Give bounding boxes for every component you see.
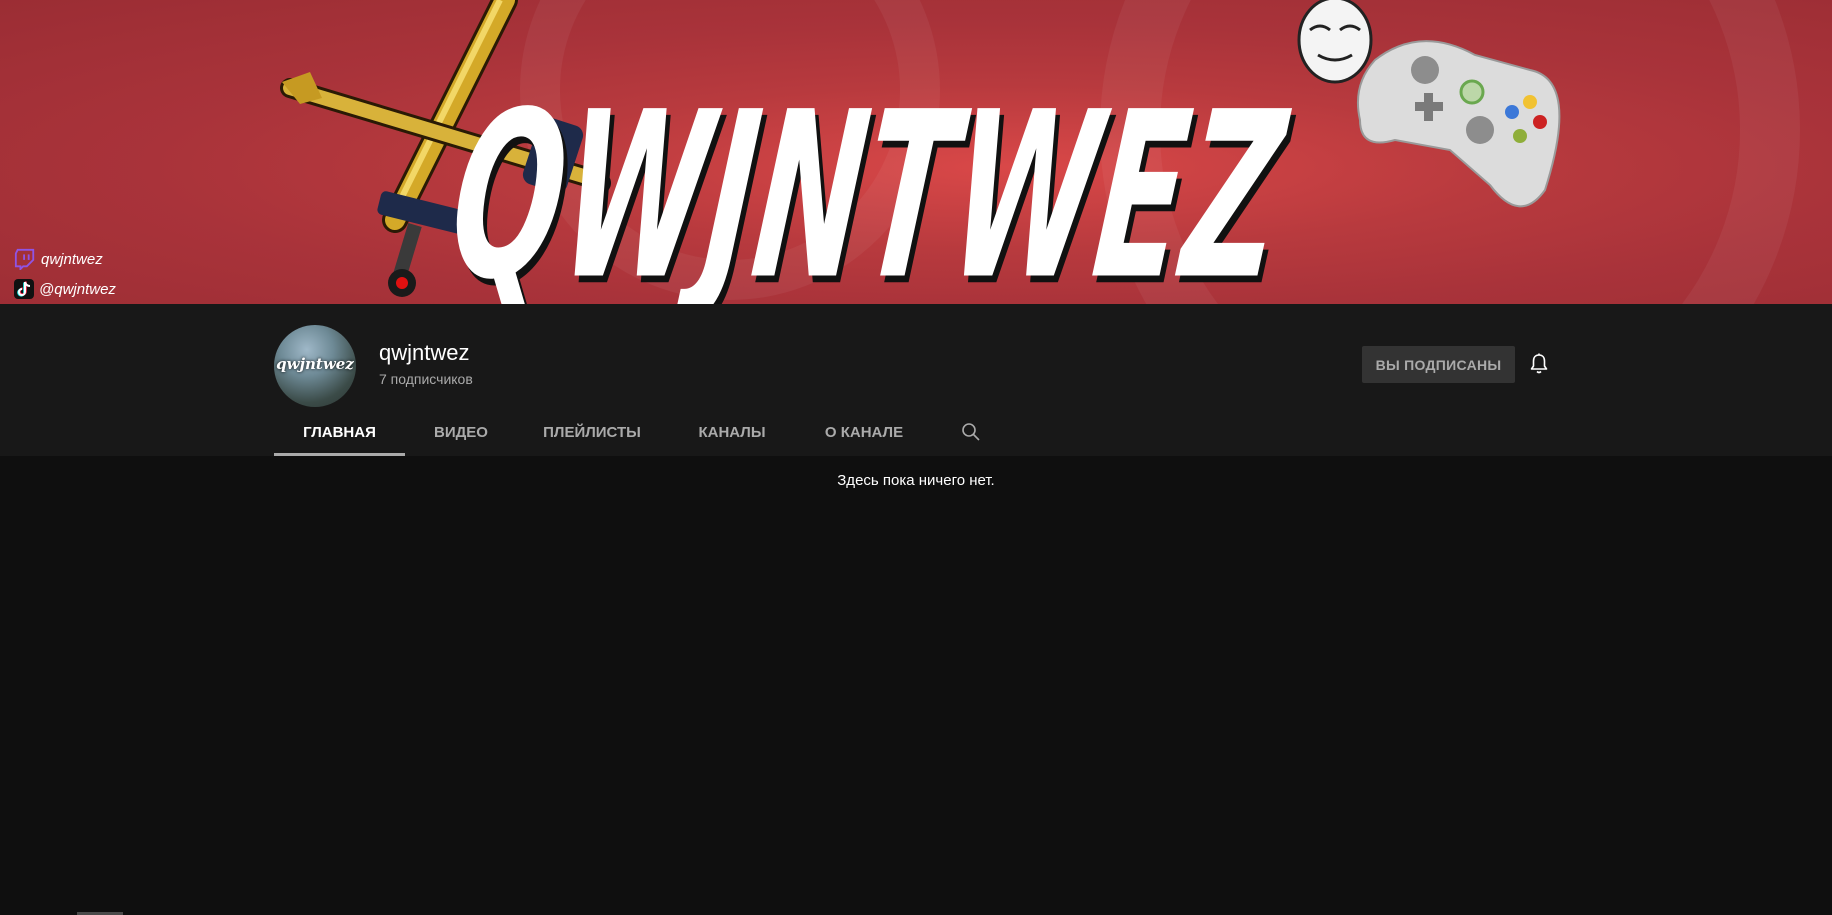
- gamepad-graphic: [1356, 40, 1561, 208]
- tab-playlists[interactable]: ПЛЕЙЛИСТЫ: [517, 408, 667, 456]
- avatar-text: qwjntwez: [276, 355, 354, 373]
- mask-graphic: [1297, 0, 1373, 84]
- search-icon[interactable]: [961, 422, 981, 442]
- bell-icon[interactable]: [1527, 352, 1551, 376]
- channel-banner: QWJNTWEZ QWJNTWEZ qwjntwez @qwjntwez: [0, 0, 1832, 304]
- banner-link-label: qwjntwez: [41, 250, 103, 268]
- tab-videos[interactable]: ВИДЕО: [405, 408, 517, 456]
- subscriber-count: 7 подписчиков: [379, 371, 473, 387]
- tiktok-icon: [14, 279, 34, 299]
- empty-state-message: Здесь пока ничего нет.: [837, 472, 995, 489]
- tab-home[interactable]: ГЛАВНАЯ: [274, 408, 405, 456]
- channel-name: qwjntwez: [379, 340, 470, 365]
- banner-link-tiktok[interactable]: @qwjntwez: [14, 274, 116, 304]
- channel-tabs: ГЛАВНАЯ ВИДЕО ПЛЕЙЛИСТЫ КАНАЛЫ О КАНАЛЕ: [274, 408, 981, 456]
- subscribed-button[interactable]: ВЫ ПОДПИСАНЫ: [1362, 346, 1515, 383]
- svg-text:QWJNTWEZ: QWJNTWEZ: [440, 64, 1297, 304]
- banner-link-twitch[interactable]: qwjntwez: [14, 244, 116, 274]
- channel-header: qwjntwez qwjntwez 7 подписчиков ВЫ ПОДПИ…: [0, 304, 1832, 456]
- tab-channels[interactable]: КАНАЛЫ: [667, 408, 797, 456]
- banner-title-art: QWJNTWEZ QWJNTWEZ: [440, 64, 1301, 304]
- banner-link-label: @qwjntwez: [39, 280, 116, 298]
- twitch-icon: [14, 248, 35, 270]
- tab-about[interactable]: О КАНАЛЕ: [797, 408, 931, 456]
- avatar[interactable]: qwjntwez: [274, 325, 356, 407]
- banner-links: qwjntwez @qwjntwez: [14, 244, 116, 304]
- banner-artwork: QWJNTWEZ QWJNTWEZ: [280, 0, 1561, 304]
